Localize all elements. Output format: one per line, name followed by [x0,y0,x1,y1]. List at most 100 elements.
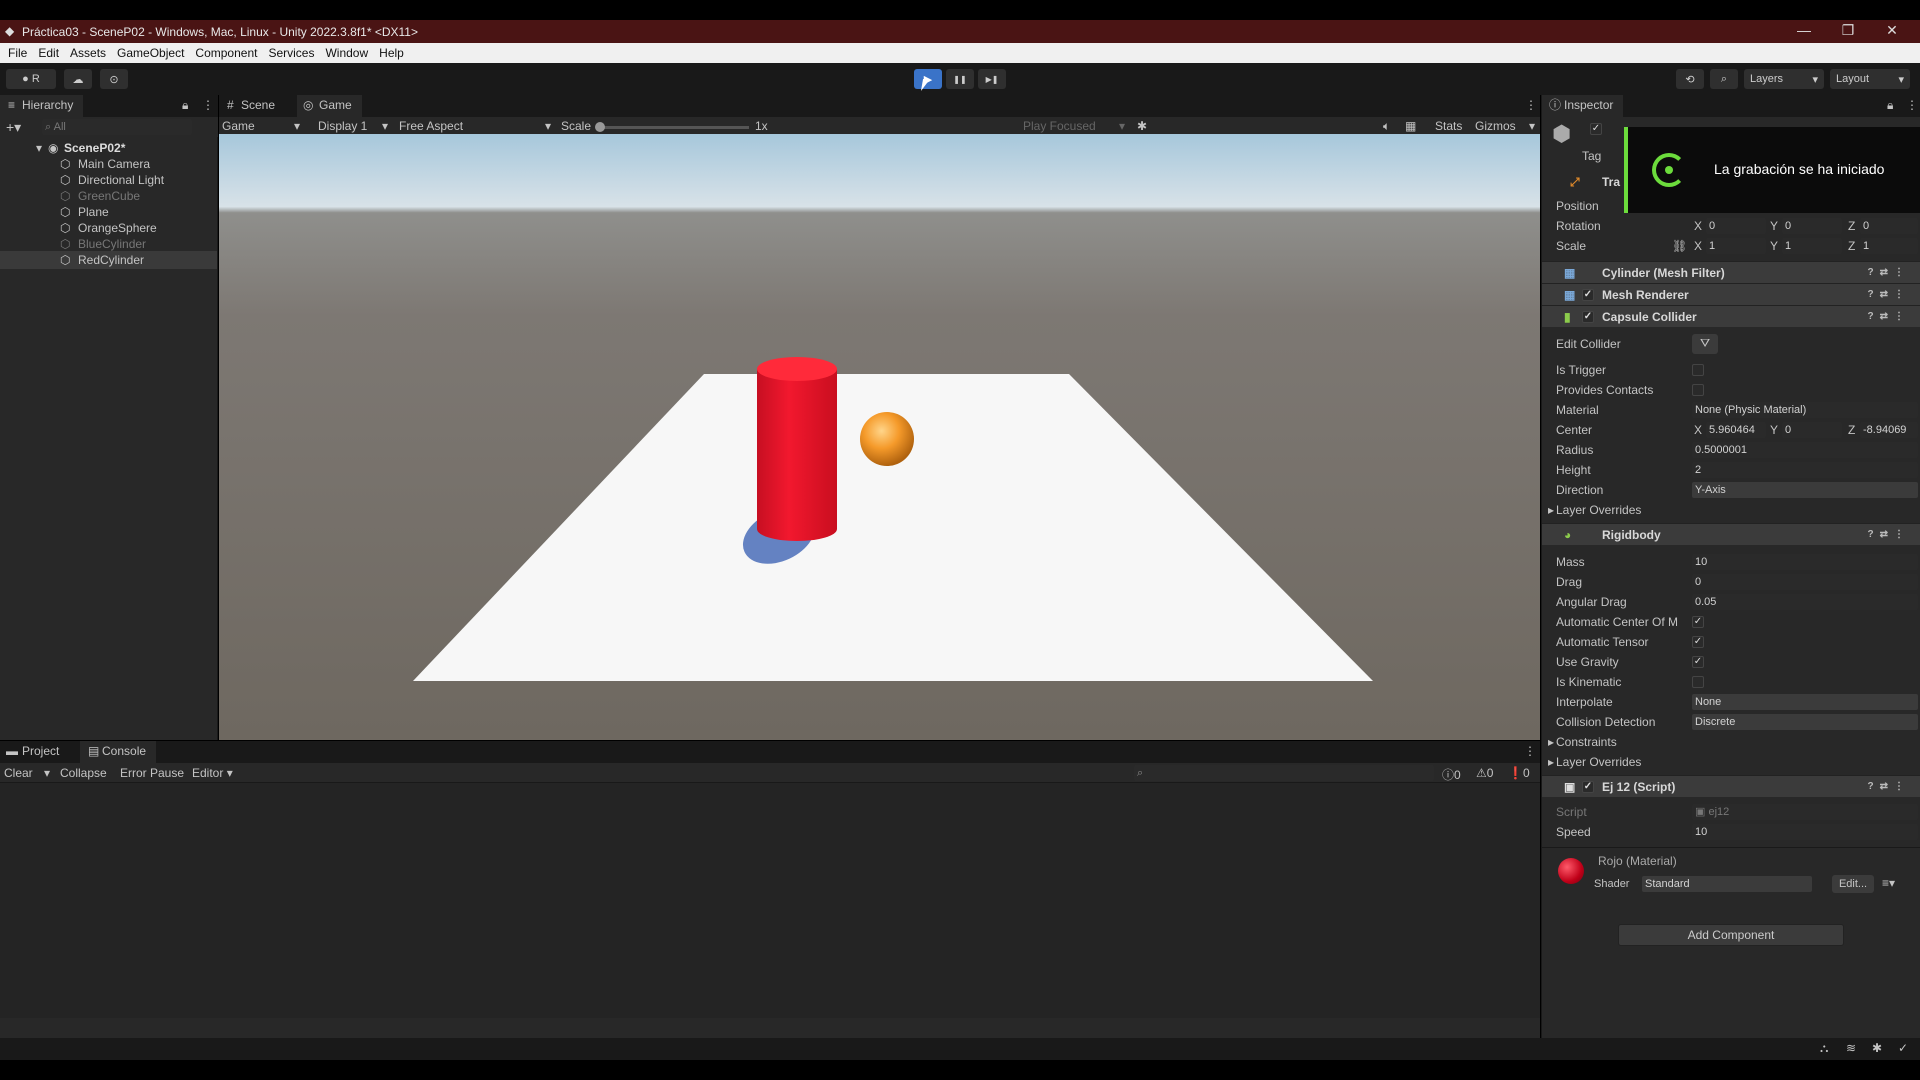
display-dropdown[interactable]: Display 1 ▾ [318,119,398,133]
component-menu-icons[interactable]: ?⇄⋮ [1868,262,1911,284]
search-button[interactable]: ⌕ [1710,69,1738,89]
audio-icon[interactable]: 🔈︎ [1383,119,1390,134]
pause-button[interactable]: ❚❚ [946,69,974,89]
script-header[interactable]: ▣ ✓ Ej 12 (Script) ?⇄⋮ [1542,775,1920,797]
menu-help[interactable]: Help [379,46,404,60]
add-component-button[interactable]: Add Component [1618,924,1844,946]
scale-y-field[interactable]: 1 [1782,238,1842,254]
link-icon[interactable]: ⛓ [1672,237,1687,255]
debug-icon[interactable]: ✱ [1872,1041,1882,1055]
game-viewport[interactable] [219,134,1540,740]
capsule-collider-header[interactable]: ▮ ✓ Capsule Collider ?⇄⋮ [1542,305,1920,327]
stack-icon[interactable]: ≋ [1846,1041,1856,1055]
auto-tensor-checkbox[interactable]: ✓ [1692,636,1704,648]
orange-sphere-object[interactable] [860,412,914,466]
radius-field[interactable]: 0.5000001 [1692,442,1918,458]
recording-notification[interactable]: La grabación se ha iniciado [1624,127,1920,213]
component-menu-icons[interactable]: ?⇄⋮ [1868,284,1911,306]
use-gravity-checkbox[interactable]: ✓ [1692,656,1704,668]
step-button[interactable]: ▶❚ [978,69,1006,89]
script-enabled-checkbox[interactable]: ✓ [1582,781,1594,793]
menu-services[interactable]: Services [268,46,314,60]
layers-dropdown[interactable]: Layers ▾ [1744,69,1824,89]
menu-assets[interactable]: Assets [70,46,106,60]
scale-slider-handle[interactable] [595,122,605,132]
provides-contacts-checkbox[interactable] [1692,384,1704,396]
layout-dropdown[interactable]: Layout ▾ [1830,69,1910,89]
chevron-down-icon[interactable]: ▾ [44,766,50,780]
grid-icon[interactable]: ▦ [1405,119,1416,133]
lock-icon[interactable]: 🔒︎ [182,98,188,113]
scale-x-field[interactable]: 1 [1706,238,1766,254]
hierarchy-search-input[interactable]: ⌕ All [42,119,192,135]
scale-z-field[interactable]: 1 [1860,238,1918,254]
hierarchy-item-redcylinder[interactable]: ⬡ RedCylinder [0,251,217,269]
menu-gameobject[interactable]: GameObject [117,46,184,60]
rotation-y-field[interactable]: 0 [1782,218,1842,234]
tab-scene[interactable]: # Scene [219,95,285,117]
rotation-z-field[interactable]: 0 [1860,218,1918,234]
edit-shader-button[interactable]: Edit... [1832,875,1874,893]
red-cylinder-object[interactable] [757,369,837,541]
collider-material-field[interactable]: None (Physic Material) [1692,402,1918,418]
more-icon[interactable]: ⋮ [1524,744,1536,758]
game-mode-dropdown[interactable]: Game ▾ [222,119,302,133]
add-object-button[interactable]: +▾ [6,119,21,136]
shader-dropdown[interactable]: Standard [1642,876,1812,892]
is-kinematic-checkbox[interactable] [1692,676,1704,688]
history-button[interactable]: ⟲ [1676,69,1704,89]
menu-window[interactable]: Window [325,46,368,60]
mesh-filter-header[interactable]: ▦ Cylinder (Mesh Filter) ?⇄⋮ [1542,261,1920,283]
tab-console[interactable]: ▤ Console [80,741,157,763]
bug-icon[interactable]: ✱ [1137,119,1147,133]
center-x-field[interactable]: 5.960464 [1706,422,1766,438]
menu-edit[interactable]: Edit [38,46,59,60]
editor-dropdown[interactable]: Editor ▾ [192,766,233,780]
more-icon[interactable]: ⋮ [202,98,214,112]
material-menu-icon[interactable]: ≡▾ [1882,876,1895,890]
more-icon[interactable]: ⋮ [1906,98,1918,112]
component-menu-icons[interactable]: ?⇄⋮ [1868,524,1911,546]
capsule-collider-enabled-checkbox[interactable]: ✓ [1582,311,1594,323]
speed-field[interactable]: 10 [1692,824,1918,840]
rigidbody-header[interactable]: ◕ Rigidbody ?⇄⋮ [1542,523,1920,545]
console-log-area[interactable] [0,783,1540,1018]
minimize-button[interactable]: — [1782,20,1826,43]
collision-detection-dropdown[interactable]: Discrete [1692,714,1918,730]
tab-hierarchy[interactable]: ≡ Hierarchy [0,95,84,117]
active-checkbox[interactable]: ✓ [1590,123,1602,135]
mesh-renderer-enabled-checkbox[interactable]: ✓ [1582,289,1594,301]
collab-button[interactable]: ⊙ [100,69,128,89]
angular-drag-field[interactable]: 0.05 [1692,594,1918,610]
drag-field[interactable]: 0 [1692,574,1918,590]
constraints-foldout[interactable]: ▸ Constraints [1542,733,1920,751]
is-trigger-checkbox[interactable] [1692,364,1704,376]
tab-inspector[interactable]: ⓘ Inspector [1542,95,1624,117]
interpolate-dropdown[interactable]: None [1692,694,1918,710]
tab-project[interactable]: ▬ Project [0,741,69,763]
collapse-button[interactable]: Collapse [60,766,107,780]
maximize-button[interactable]: ❐ [1826,20,1870,43]
close-button[interactable]: ✕ [1870,20,1914,43]
network-icon[interactable]: ⛬ [1820,1041,1828,1056]
direction-dropdown[interactable]: Y-Axis [1692,482,1918,498]
component-menu-icons[interactable]: ?⇄⋮ [1868,306,1911,328]
console-search-input[interactable]: ⌕ [1134,765,1434,781]
stats-button[interactable]: Stats [1435,119,1462,133]
clear-button[interactable]: Clear [4,766,33,780]
error-pause-button[interactable]: Error Pause [120,766,184,780]
material-section[interactable]: Rojo (Material) Shader Standard Edit... … [1542,847,1920,897]
check-icon[interactable]: ✓ [1898,1041,1908,1055]
gizmos-button[interactable]: Gizmos ▾ [1475,119,1537,133]
error-count-toggle[interactable]: ❗0 [1508,766,1530,780]
play-focused-dropdown[interactable]: Play Focused ▾ [1023,119,1133,133]
capsule-layer-overrides[interactable]: ▸ Layer Overrides [1542,501,1920,519]
more-icon[interactable]: ⋮ [1525,98,1537,112]
height-field[interactable]: 2 [1692,462,1918,478]
center-z-field[interactable]: -8.94069 [1860,422,1918,438]
scale-slider[interactable] [595,122,749,132]
rigidbody-layer-overrides[interactable]: ▸ Layer Overrides [1542,753,1920,771]
log-count-toggle[interactable]: ⓘ0 [1442,766,1461,783]
auto-center-checkbox[interactable]: ✓ [1692,616,1704,628]
account-button[interactable]: ● R [6,69,56,89]
